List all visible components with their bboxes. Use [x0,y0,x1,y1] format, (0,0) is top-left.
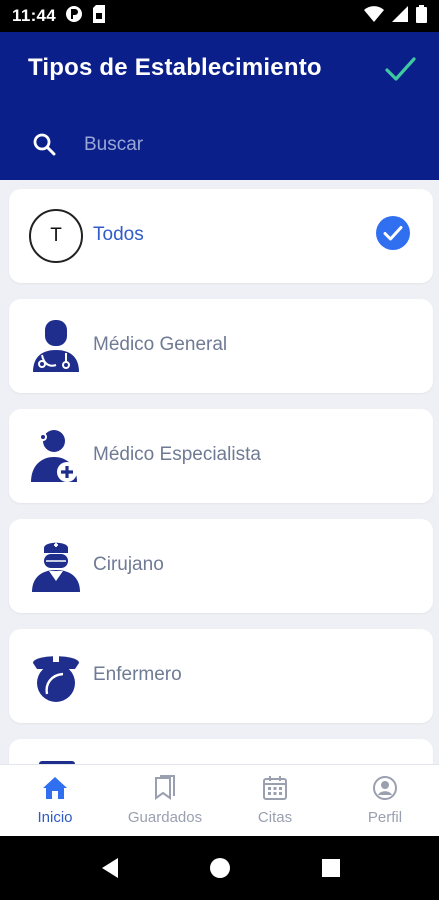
android-nav-bar [0,836,439,900]
surgeon-icon [29,539,83,593]
nav-item-inicio[interactable]: Inicio [0,765,110,837]
list-item-label: Médico Especialista [93,444,261,465]
nurse-icon [29,649,83,703]
signal-icon [392,5,408,27]
app-header: Tipos de Establecimiento [0,32,439,180]
avatar: T [29,209,83,263]
list-item-cirujano[interactable]: Cirujano [9,519,433,613]
bookmark-icon [152,775,178,801]
list-item-label: Enfermero [93,664,182,685]
home-button-icon[interactable] [208,856,232,880]
list-item-partial[interactable] [9,739,433,764]
selected-check-icon [375,215,411,251]
back-icon[interactable] [98,856,122,880]
nav-label: Guardados [127,809,203,826]
nav-label: Citas [257,809,293,826]
home-icon [42,775,68,801]
nav-label: Perfil [367,809,403,826]
nav-item-citas[interactable]: Citas [220,765,330,837]
general-doctor-icon [29,319,83,373]
data-saver-icon [65,5,83,28]
search-bar [0,122,439,166]
specialist-doctor-icon [29,429,83,483]
status-time: 11:44 [12,6,57,25]
list-item-medico-especialista[interactable]: Médico Especialista [9,409,433,503]
search-input[interactable] [82,126,406,164]
sim-card-icon [92,4,106,28]
nav-label: Inicio [37,809,73,826]
list-item-label: Médico General [93,334,228,355]
nav-item-perfil[interactable]: Perfil [330,765,439,837]
recents-icon[interactable] [319,856,343,880]
battery-icon [416,4,427,28]
establishment-type-list: T Todos Médico General Médico Especialis… [0,180,439,764]
confirm-check-icon[interactable] [383,52,417,86]
list-item-medico-general[interactable]: Médico General [9,299,433,393]
list-item-label: Cirujano [93,554,164,575]
calendar-icon [262,775,288,801]
list-item-label: Todos [93,224,144,245]
list-item-enfermero[interactable]: Enfermero [9,629,433,723]
page-title: Tipos de Establecimiento [28,54,322,81]
status-bar: 11:44 [0,0,439,32]
profile-icon [372,775,398,801]
search-icon [32,132,56,156]
nav-item-guardados[interactable]: Guardados [110,765,220,837]
wifi-icon [364,5,384,27]
bottom-nav: Inicio Guardados Citas Perfil [0,764,439,837]
list-item-todos[interactable]: T Todos [9,189,433,283]
